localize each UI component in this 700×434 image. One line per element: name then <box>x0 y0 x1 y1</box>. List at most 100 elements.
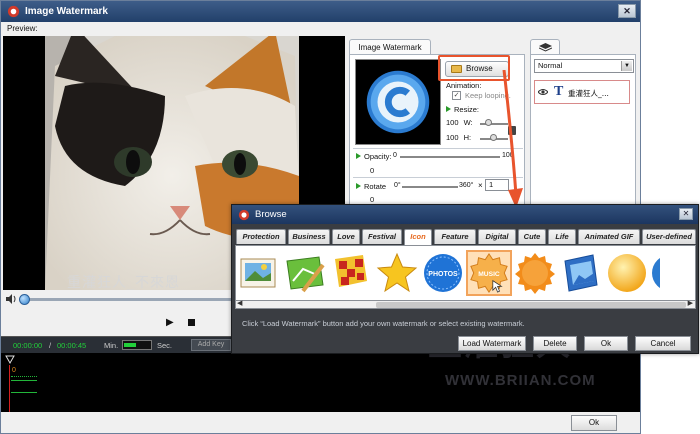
seek-knob[interactable] <box>19 294 30 305</box>
opacity-label: Opacity: <box>356 152 392 161</box>
opacity-slider[interactable] <box>400 156 500 158</box>
layer-item[interactable]: T 重灌狂人_... <box>534 80 630 104</box>
tab-user-defined[interactable]: User-defined <box>642 229 696 244</box>
stop-button[interactable] <box>188 319 195 326</box>
scroll-left-icon[interactable]: ◀ <box>237 299 242 307</box>
resize-label: Resize: <box>446 105 479 114</box>
tab-image-watermark[interactable]: Image Watermark <box>349 39 431 55</box>
time-current: 00:00:00 <box>13 341 43 350</box>
tab-cute[interactable]: Cute <box>518 229 546 244</box>
chevron-down-icon[interactable]: ▼ <box>621 61 632 71</box>
music-note-icon[interactable]: MUSIC <box>466 250 512 296</box>
app-logo-icon <box>7 5 20 18</box>
zoom-sec-label: Sec. <box>157 341 173 350</box>
hint-text: Click “Load Watermark” button add your o… <box>242 319 525 328</box>
width-row: 100 W: <box>446 118 473 127</box>
rotate-min: 0° <box>394 182 401 189</box>
window-title: Image Watermark <box>25 6 108 17</box>
blend-mode-select[interactable]: Normal ▼ <box>534 59 634 73</box>
expand-icon <box>446 106 451 112</box>
keep-looping-checkbox[interactable]: ✓ <box>452 91 461 100</box>
layers-panel: Normal ▼ T 重灌狂人_... <box>530 54 636 214</box>
photos-badge-icon[interactable]: PHOTOS <box>420 250 466 296</box>
height-row: 100 H: <box>446 133 471 142</box>
category-tabs: Protection Business Love Festival Icon F… <box>236 229 696 245</box>
playhead-line <box>9 365 10 412</box>
photos-badge-label: PHOTOS <box>428 271 458 278</box>
star-icon[interactable] <box>374 250 420 296</box>
app-logo-icon <box>238 209 250 220</box>
rotate-multiply-sign: × <box>478 181 483 190</box>
expand-icon <box>356 183 361 189</box>
tab-love[interactable]: Love <box>332 229 360 244</box>
dialog-ok-button[interactable]: Ok <box>584 336 628 351</box>
animation-label: Animation: <box>446 81 482 90</box>
rotate-value: 0 <box>370 195 375 204</box>
partial-icon[interactable] <box>650 250 660 296</box>
dialog-title: Browse <box>255 209 287 220</box>
close-icon[interactable]: ✕ <box>618 4 636 18</box>
tab-digital[interactable]: Digital <box>478 229 516 244</box>
close-icon[interactable]: ✕ <box>679 208 693 220</box>
tab-layers[interactable] <box>530 39 560 55</box>
gallery-scrollbar[interactable]: ◀ ▶ <box>235 300 696 309</box>
preview-label: Preview: <box>7 24 38 33</box>
tab-icon[interactable]: Icon <box>404 229 432 245</box>
picture-pen-icon[interactable] <box>282 250 328 296</box>
opacity-label-text: Opacity: <box>364 152 392 161</box>
width-value: 100 <box>446 118 459 127</box>
watermark-icon-gallery: PHOTOS MUSIC <box>235 245 696 301</box>
time-total: 00:00:45 <box>57 341 87 350</box>
play-button[interactable]: ▶ <box>166 317 174 328</box>
time-separator: / <box>49 341 52 350</box>
tab-protection[interactable]: Protection <box>236 229 286 244</box>
zoom-min-label: Min. <box>104 341 119 350</box>
rotate-label: Rotate <box>356 182 386 191</box>
delete-button[interactable]: Delete <box>533 336 577 351</box>
tab-life[interactable]: Life <box>548 229 576 244</box>
text-layer-icon: T <box>554 84 564 99</box>
tab-business[interactable]: Business <box>288 229 330 244</box>
rotate-label-text: Rotate <box>364 182 387 191</box>
rotate-slider[interactable] <box>402 186 458 188</box>
opacity-min: 0 <box>393 152 397 159</box>
ok-button[interactable]: Ok <box>571 415 617 431</box>
yellow-circle-icon[interactable] <box>604 250 650 296</box>
scrollbar-thumb[interactable] <box>376 302 686 308</box>
window-title-bar: Image Watermark ✕ <box>1 1 640 22</box>
playhead-icon[interactable] <box>5 355 15 365</box>
volume-icon[interactable] <box>5 293 17 305</box>
site-watermark-url: WWW.BRIIAN.COM <box>445 372 596 389</box>
photo-blue-icon[interactable] <box>558 250 604 296</box>
track-ruler <box>11 371 37 377</box>
watermark-thumbnail <box>355 59 441 145</box>
height-label: H: <box>463 133 472 142</box>
eye-icon[interactable] <box>538 88 548 96</box>
height-value: 100 <box>446 133 459 142</box>
zoom-slider[interactable] <box>122 340 152 350</box>
photo-frame-icon[interactable] <box>236 250 282 296</box>
watermark-overlay-text[interactable]: 重灌狂人_不來恩 <box>67 272 180 290</box>
tab-festival[interactable]: Festival <box>362 229 402 244</box>
load-watermark-button[interactable]: Load Watermark <box>458 336 526 351</box>
cancel-button[interactable]: Cancel <box>635 336 691 351</box>
tab-feature[interactable]: Feature <box>434 229 476 244</box>
height-slider-knob[interactable] <box>490 134 497 141</box>
scroll-right-icon[interactable]: ▶ <box>688 299 693 307</box>
expand-icon <box>356 153 361 159</box>
browse-dialog: Browse ✕ Protection Business Love Festiv… <box>231 204 699 354</box>
layers-icon <box>539 43 552 52</box>
add-key-button[interactable]: Add Key <box>191 339 231 351</box>
zoom-slider-fill <box>124 343 136 347</box>
watermark-track-clip[interactable] <box>11 380 37 393</box>
orange-seal-icon[interactable] <box>512 250 558 296</box>
resize-label-text: Resize: <box>454 105 480 114</box>
dialog-title-bar: Browse ✕ <box>232 205 698 224</box>
blend-mode-value: Normal <box>538 61 563 70</box>
checkered-flag-icon[interactable] <box>328 250 374 296</box>
opacity-value: 0 <box>370 166 375 175</box>
tab-animated-gif[interactable]: Animated GIF <box>578 229 640 244</box>
music-badge-label: MUSIC <box>478 271 500 278</box>
width-slider-knob[interactable] <box>485 119 492 126</box>
callout-arrow <box>502 70 523 208</box>
